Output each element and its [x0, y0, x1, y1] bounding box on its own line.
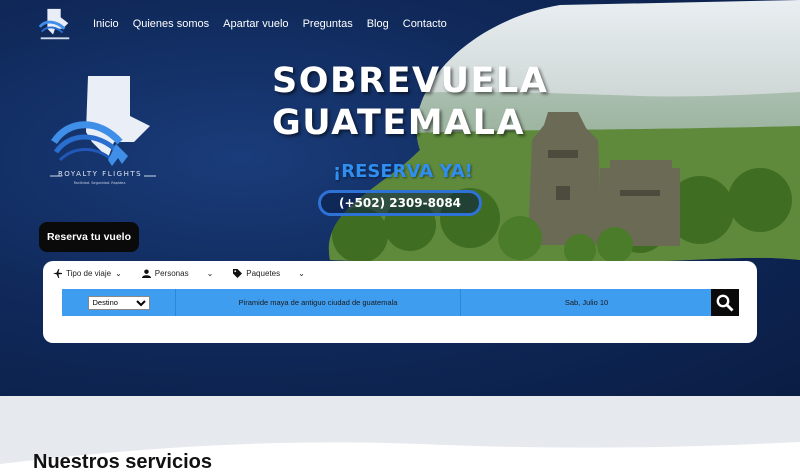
search-bar: Destino Piramide maya de antiguo ciudad … [62, 289, 712, 316]
hero-section: Inicio Quienes somos Apartar vuelo Pregu… [0, 0, 800, 396]
headline-line-1: SOBREVUELA [272, 61, 549, 101]
reserva-ya-text: ¡RESERVA YA! [333, 161, 473, 182]
tab-tipo-de-viaje[interactable]: Tipo de viaje ⌄ [53, 269, 122, 278]
nav-contacto[interactable]: Contacto [403, 18, 447, 30]
tab-label: Personas [154, 269, 189, 278]
search-tabs: Tipo de viaje ⌄ Personas ⌄ Paquetes ⌄ [53, 269, 325, 278]
chevron-down-icon: ⌄ [206, 269, 214, 278]
nav-preguntas[interactable]: Preguntas [303, 18, 353, 30]
search-button[interactable] [711, 289, 739, 316]
tab-personas[interactable]: Personas ⌄ [141, 269, 214, 278]
nav-inicio[interactable]: Inicio [93, 18, 119, 30]
chevron-down-icon: ⌄ [298, 269, 305, 278]
nav-quienes-somos[interactable]: Quienes somos [133, 18, 209, 30]
phone-button[interactable]: (+502) 2309-8084 [318, 190, 482, 216]
tab-label: Tipo de viaje [66, 269, 112, 278]
chevron-down-icon: ⌄ [115, 269, 122, 278]
search-icon [716, 294, 734, 311]
tab-label: Paquetes [246, 269, 281, 278]
package-description[interactable]: Piramide maya de antiguo ciudad de guate… [176, 289, 461, 316]
date-field[interactable]: Sab, Julio 10 [461, 289, 712, 316]
person-icon [141, 269, 151, 278]
nav-blog[interactable]: Blog [367, 18, 389, 30]
destination-cell: Destino [62, 289, 176, 316]
services-heading: Nuestros servicios [33, 451, 212, 473]
brand-name: ROYALTY FLIGHTS [57, 170, 143, 178]
main-nav: Inicio Quienes somos Apartar vuelo Pregu… [93, 18, 447, 30]
headline-line-2: GUATEMALA [272, 103, 526, 143]
brand-tagline: Facilidad. Seguridad. Rapidez. [73, 181, 127, 185]
plane-icon [53, 269, 62, 278]
flight-search-card: Tipo de viaje ⌄ Personas ⌄ Paquetes ⌄ De… [43, 261, 757, 343]
reserva-tu-vuelo-button[interactable]: Reserva tu vuelo [39, 222, 139, 252]
tag-icon [233, 269, 243, 278]
nav-apartar-vuelo[interactable]: Apartar vuelo [223, 18, 288, 30]
tab-paquetes[interactable]: Paquetes ⌄ [233, 269, 305, 278]
destination-select[interactable]: Destino [87, 295, 150, 310]
hero-headline: SOBREVUELA GUATEMALA [272, 60, 548, 144]
nav-logo[interactable] [36, 6, 74, 44]
